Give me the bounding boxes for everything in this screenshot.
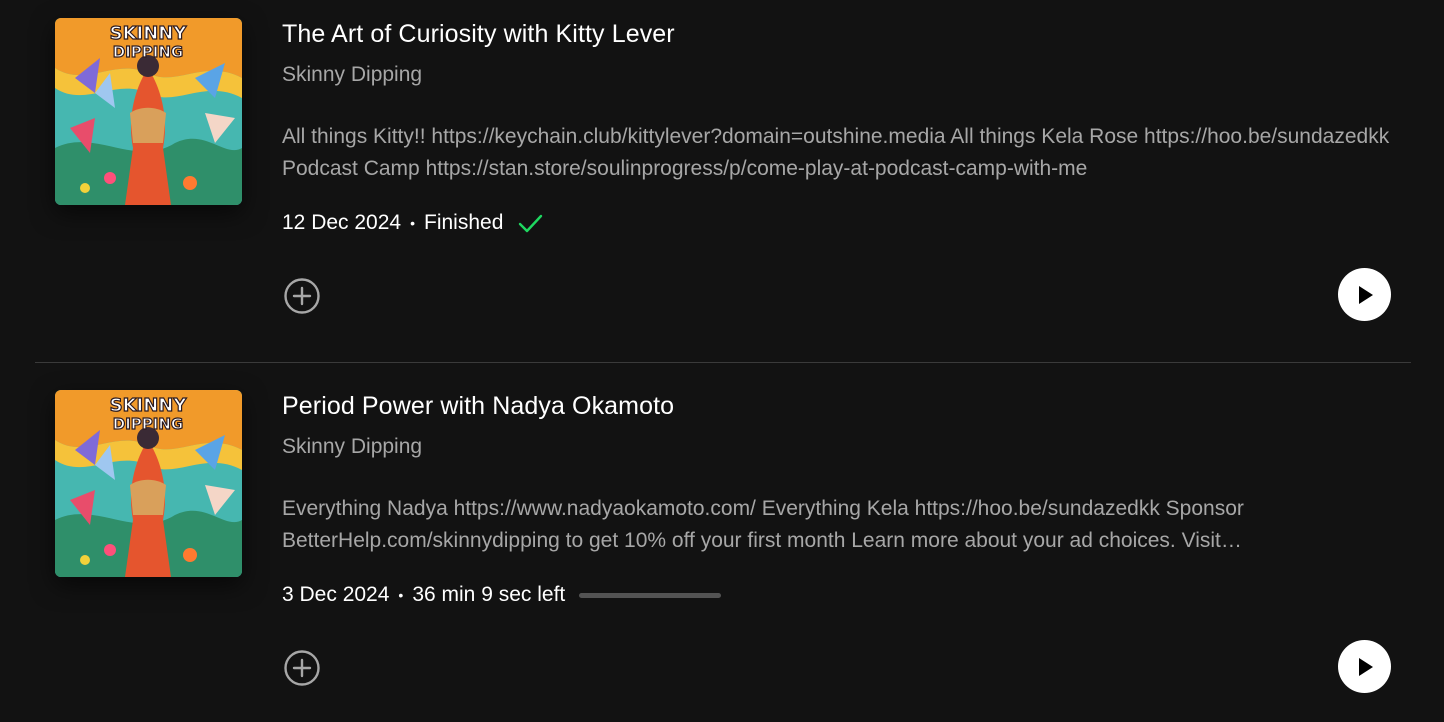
episode-title[interactable]: Period Power with Nadya Okamoto	[282, 392, 674, 421]
svg-text:DIPPING: DIPPING	[113, 43, 183, 61]
episode-row[interactable]: SKINNY DIPPING The Art of Curiosity with…	[0, 0, 1444, 360]
play-icon	[1358, 285, 1373, 304]
podcast-artwork-image: SKINNY DIPPING	[55, 390, 242, 577]
episode-title[interactable]: The Art of Curiosity with Kitty Lever	[282, 20, 675, 49]
svg-text:SKINNY: SKINNY	[110, 395, 188, 416]
meta-separator: •	[410, 215, 415, 231]
time-left: 36 min 9 sec left	[412, 583, 566, 606]
meta-separator: •	[398, 587, 404, 603]
show-name-link[interactable]: Skinny Dipping	[282, 435, 422, 459]
episode-meta: 12 Dec 2024 • Finished	[282, 208, 545, 238]
show-name-link[interactable]: Skinny Dipping	[282, 63, 422, 87]
episode-meta: 3 Dec 2024 • 36 min 9 sec left	[282, 580, 722, 610]
add-circle-icon	[284, 650, 320, 686]
release-date: 3 Dec 2024	[282, 583, 390, 606]
add-circle-icon	[284, 278, 320, 314]
play-status: Finished	[424, 211, 504, 234]
play-icon	[1358, 657, 1373, 676]
progress-bar	[579, 592, 722, 598]
row-divider	[35, 362, 1411, 363]
release-date: 12 Dec 2024	[282, 211, 402, 234]
episode-description: All things Kitty!! https://keychain.club…	[282, 125, 1390, 180]
add-to-library-button[interactable]	[282, 276, 322, 316]
svg-text:DIPPING: DIPPING	[113, 415, 183, 433]
episode-cover-art[interactable]: SKINNY DIPPING	[55, 390, 242, 577]
episode-list: SKINNY DIPPING The Art of Curiosity with…	[0, 0, 1444, 722]
svg-text:SKINNY: SKINNY	[110, 23, 188, 44]
podcast-artwork-image: SKINNY DIPPING	[55, 18, 242, 205]
check-icon	[519, 214, 543, 233]
play-button[interactable]	[1338, 640, 1391, 693]
episode-description: Everything Nadya https://www.nadyaokamot…	[282, 497, 1244, 552]
play-button[interactable]	[1338, 268, 1391, 321]
add-to-library-button[interactable]	[282, 648, 322, 688]
episode-cover-art[interactable]: SKINNY DIPPING	[55, 18, 242, 205]
episode-row[interactable]: SKINNY DIPPING Period Power with Nadya O…	[0, 372, 1444, 722]
